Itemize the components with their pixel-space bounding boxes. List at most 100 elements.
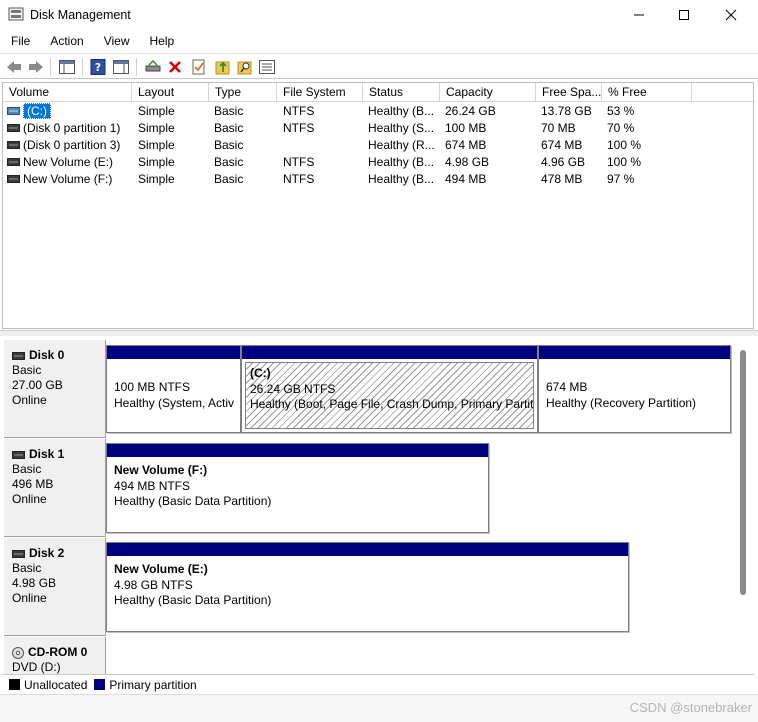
table-row[interactable]: (Disk 0 partition 1) Simple Basic NTFS H…: [3, 120, 753, 137]
partition-title: New Volume (E:): [114, 562, 208, 576]
percent-free-cell: 97 %: [607, 172, 635, 186]
type-cell: Basic: [214, 121, 244, 135]
back-button[interactable]: [5, 58, 23, 76]
disk-management-app-icon: [8, 7, 24, 21]
disk-type: DVD (D:): [12, 660, 61, 674]
status-cell: Healthy (B...: [368, 172, 435, 186]
volume-name: New Volume (E:): [23, 155, 114, 169]
disk-2-label[interactable]: Disk 2 Basic 4.98 GB Online: [4, 538, 106, 636]
partition-title: (C:): [250, 366, 271, 380]
partition-status: Healthy (Recovery Partition): [546, 395, 697, 410]
disk-size: 27.00 GB: [12, 378, 63, 392]
hard-disk-icon: [12, 351, 25, 360]
column-layout[interactable]: Layout: [132, 83, 209, 102]
column-capacity[interactable]: Capacity: [440, 83, 536, 102]
menu-help[interactable]: Help: [140, 30, 185, 52]
column-file-system[interactable]: File System: [277, 83, 363, 102]
volume-drive-icon: [7, 107, 20, 115]
table-row[interactable]: New Volume (F:) Simple Basic NTFS Health…: [3, 171, 753, 188]
toolbar: ?: [0, 53, 758, 79]
column-free-space[interactable]: Free Spa...: [536, 83, 602, 102]
primary-partition-bar: [107, 444, 488, 457]
status-cell: Healthy (R...: [368, 138, 435, 152]
partition-disk2-e[interactable]: New Volume (E:) 4.98 GB NTFS Healthy (Ba…: [106, 542, 629, 632]
free-space-cell: 674 MB: [541, 138, 583, 152]
vertical-scrollbar-thumb[interactable]: [740, 350, 746, 595]
cdrom-0-label[interactable]: CD-ROM 0 DVD (D:): [4, 637, 106, 674]
disk-0-title: Disk 0: [12, 348, 105, 363]
disk-name: Disk 2: [29, 546, 65, 560]
show-hide-console-tree-button[interactable]: [58, 58, 76, 76]
delete-button[interactable]: [166, 58, 184, 76]
open-folder-up-button[interactable]: [214, 58, 232, 76]
table-row[interactable]: New Volume (E:) Simple Basic NTFS Health…: [3, 154, 753, 171]
help-icon: ?: [90, 59, 106, 75]
disk-name: Disk 1: [29, 447, 65, 461]
cdrom-0-title: CD-ROM 0: [12, 645, 105, 660]
search-folder-button[interactable]: [236, 58, 254, 76]
percent-free-cell: 100 %: [607, 138, 642, 152]
menu-action[interactable]: Action: [40, 30, 93, 52]
file-system-cell: NTFS: [283, 155, 315, 169]
column-type[interactable]: Type: [209, 83, 277, 102]
free-space-cell: 70 MB: [541, 121, 576, 135]
disk-0-label[interactable]: Disk 0 Basic 27.00 GB Online: [4, 340, 106, 438]
capacity-cell: 100 MB: [445, 121, 487, 135]
disk-1-title: Disk 1: [12, 447, 105, 462]
primary-partition-swatch: [94, 679, 106, 690]
partition-status: Healthy (Basic Data Partition): [114, 494, 272, 508]
pane-splitter[interactable]: [0, 330, 758, 336]
connect-virtual-disk-button[interactable]: [144, 58, 162, 76]
layout-cell: Simple: [138, 121, 175, 135]
legend-unallocated: Unallocated: [24, 677, 88, 692]
legend: Unallocated Primary partition: [2, 674, 754, 694]
layout-cell: Simple: [138, 155, 175, 169]
console-tree-icon: [59, 60, 75, 74]
volume-name: (C:): [23, 103, 51, 119]
maximize-button[interactable]: [661, 0, 707, 30]
partition-status: Healthy (System, Activ: [114, 395, 235, 410]
volume-name: (Disk 0 partition 3): [23, 138, 121, 152]
close-icon: [725, 9, 737, 21]
unallocated-swatch: [9, 679, 20, 690]
partition-disk0-recovery[interactable]: 674 MB Healthy (Recovery Partition): [538, 345, 731, 433]
volume-drive-icon: [7, 141, 20, 149]
volume-list-header: Volume Layout Type File System Status Ca…: [3, 83, 753, 102]
folder-up-icon: [215, 61, 230, 75]
partition-disk0-c[interactable]: (C:) 26.24 GB NTFS Healthy (Boot, Page F…: [241, 345, 538, 433]
volume-drive-icon: [7, 124, 20, 132]
volume-drive-icon: [7, 158, 20, 166]
minimize-button[interactable]: [616, 0, 662, 30]
menu-view[interactable]: View: [94, 30, 140, 52]
volume-name: (Disk 0 partition 1): [23, 121, 121, 135]
disk-status: Online: [12, 492, 47, 506]
partition-disk0-system[interactable]: 100 MB NTFS Healthy (System, Activ: [106, 345, 241, 433]
disk-2-title: Disk 2: [12, 546, 105, 561]
folder-search-icon: [237, 61, 252, 75]
file-system-cell: NTFS: [283, 172, 315, 186]
disk-size: 4.98 GB: [12, 576, 57, 590]
column-volume[interactable]: Volume: [3, 83, 132, 102]
column-status[interactable]: Status: [363, 83, 440, 102]
help-button[interactable]: ?: [89, 58, 107, 76]
forward-arrow-icon: [29, 61, 43, 73]
show-hide-action-pane-button[interactable]: [112, 58, 130, 76]
forward-button[interactable]: [27, 58, 45, 76]
hard-disk-icon: [12, 450, 25, 459]
partition-size: 100 MB NTFS: [114, 380, 191, 394]
percent-free-cell: 100 %: [607, 155, 642, 169]
primary-partition-bar: [107, 543, 628, 556]
properties-button[interactable]: [190, 58, 208, 76]
settings-list-button[interactable]: [258, 58, 276, 76]
table-row[interactable]: (C:) Simple Basic NTFS Healthy (B... 26.…: [3, 103, 753, 120]
disk-1-label[interactable]: Disk 1 Basic 496 MB Online: [4, 439, 106, 537]
back-arrow-icon: [7, 61, 21, 73]
partition-title: New Volume (F:): [114, 463, 208, 477]
capacity-cell: 4.98 GB: [445, 155, 490, 169]
close-button[interactable]: [708, 0, 754, 30]
percent-free-cell: 70 %: [607, 121, 635, 135]
column-percent-free[interactable]: % Free: [602, 83, 692, 102]
partition-disk1-f[interactable]: New Volume (F:) 494 MB NTFS Healthy (Bas…: [106, 443, 489, 533]
menu-file[interactable]: File: [0, 30, 40, 52]
table-row[interactable]: (Disk 0 partition 3) Simple Basic Health…: [3, 137, 753, 154]
